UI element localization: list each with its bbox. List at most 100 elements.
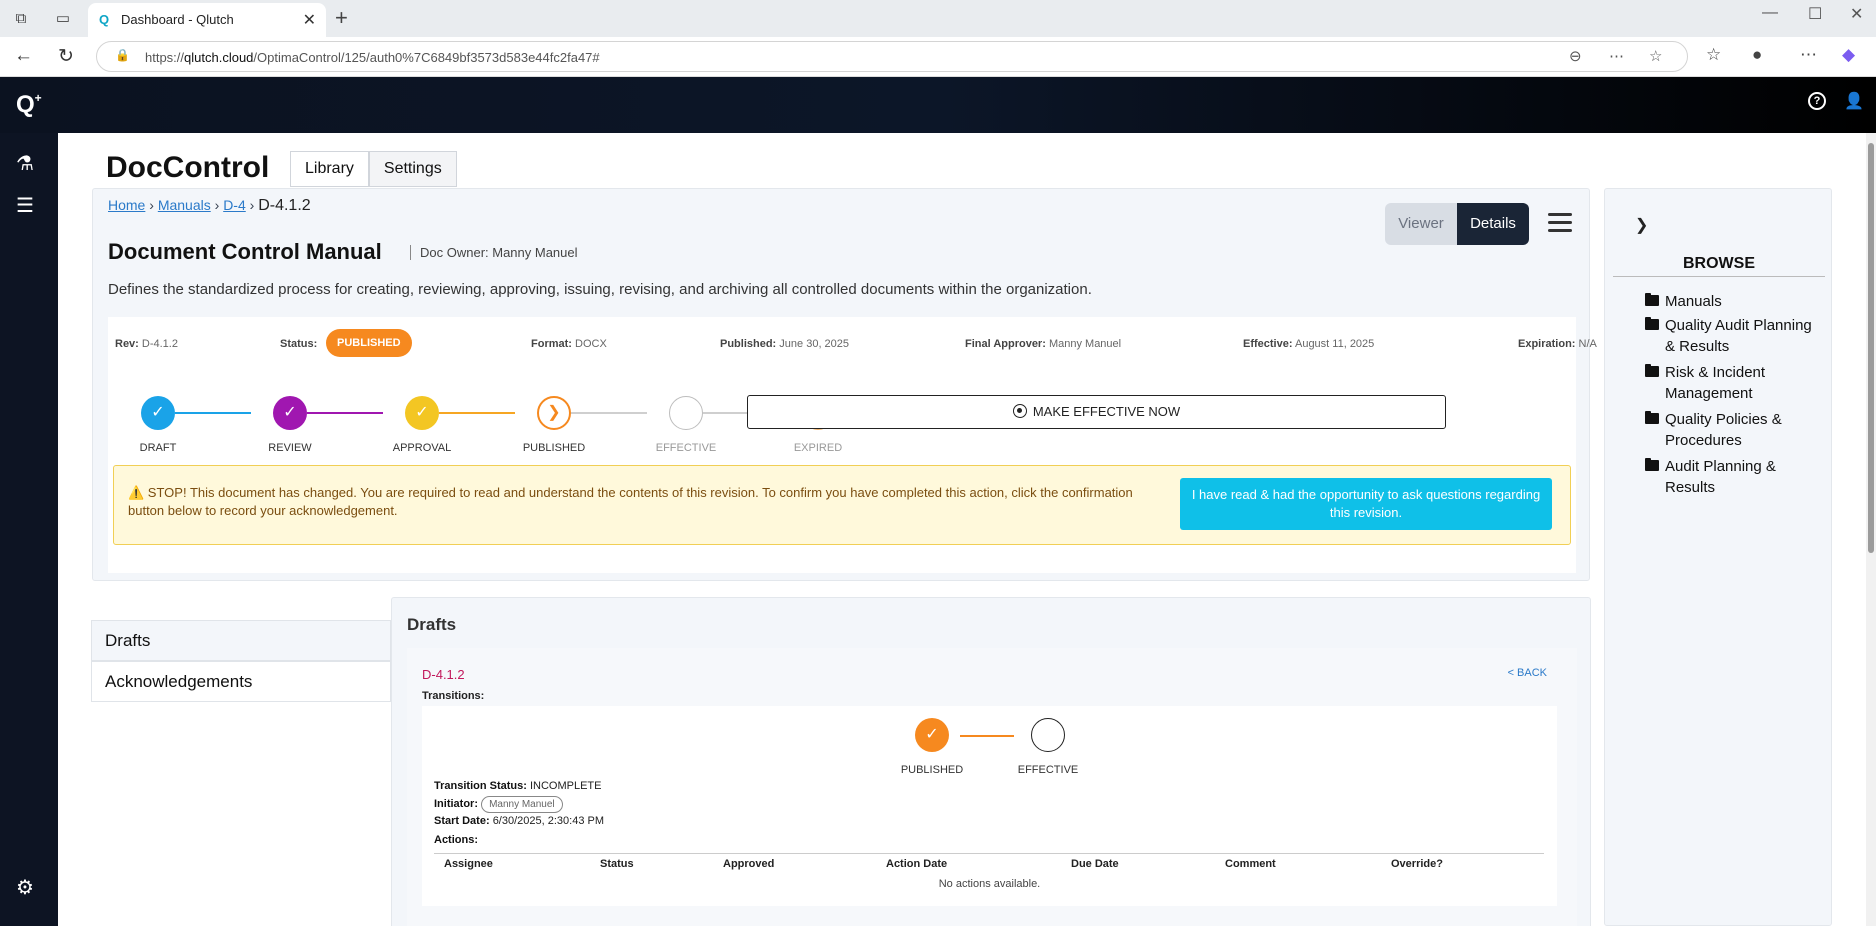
step-draft-check-icon: ✓ xyxy=(141,396,175,430)
documents-icon[interactable]: ☰ xyxy=(16,193,34,218)
flask-icon[interactable]: ⚗ xyxy=(16,151,34,176)
expand-chevron-icon[interactable]: ❯ xyxy=(1635,215,1648,235)
meta-effective: Effective: August 11, 2025 xyxy=(1243,338,1375,350)
status-badge: PUBLISHED xyxy=(326,329,412,357)
viewer-button[interactable]: Viewer xyxy=(1385,203,1457,245)
step-label-review: REVIEW xyxy=(268,442,312,454)
no-actions-message: No actions available. xyxy=(938,878,1041,890)
acknowledge-button[interactable]: I have read & had the opportunity to ask… xyxy=(1180,478,1552,530)
maximize-icon[interactable]: ☐ xyxy=(1808,4,1822,24)
breadcrumb-manuals[interactable]: Manuals xyxy=(158,197,211,213)
metadata-panel: Rev: D-4.1.2 Status: PUBLISHED Format: D… xyxy=(108,317,1597,573)
transition-effective-circle-icon xyxy=(1031,718,1065,752)
workspaces-icon[interactable]: ⧉ xyxy=(10,8,32,30)
step-label-effective: EFFECTIVE xyxy=(655,442,717,454)
breadcrumb-current: D-4.1.2 xyxy=(258,197,311,214)
step-label-expired: EXPIRED xyxy=(793,442,843,454)
acknowledgement-warning: ⚠️ STOP! This document has changed. You … xyxy=(113,465,1571,545)
left-rail: ⚗ ☰ ⚙ xyxy=(0,133,58,926)
browse-item[interactable]: Quality Audit Planning & Results xyxy=(1645,315,1823,357)
tab-actions-icon[interactable]: ▭ xyxy=(52,8,74,30)
folder-icon xyxy=(1645,317,1659,330)
meta-format: Format: DOCX xyxy=(531,338,607,350)
step-connector xyxy=(307,412,383,414)
initiator: Initiator: Manny Manuel xyxy=(434,796,563,813)
back-link[interactable]: < BACK xyxy=(1508,667,1547,679)
breadcrumb-home[interactable]: Home xyxy=(108,197,145,213)
meta-rev: Rev: D-4.1.2 xyxy=(115,338,178,350)
back-icon[interactable]: ← xyxy=(14,45,33,67)
new-tab-icon[interactable]: + xyxy=(335,5,348,31)
step-connector xyxy=(175,412,251,414)
qlutch-logo-icon[interactable]: Q+ xyxy=(16,91,48,119)
close-window-icon[interactable]: ✕ xyxy=(1850,4,1863,24)
col-due-date: Due Date xyxy=(1071,858,1119,870)
breadcrumb: Home › Manuals › D-4 › D-4.1.2 xyxy=(108,197,311,214)
more-icon[interactable]: ⋯ xyxy=(1800,45,1817,65)
step-published-chevron-icon: ❯ xyxy=(537,396,571,430)
meta-final-approver: Final Approver: Manny Manuel xyxy=(965,338,1122,350)
favorite-star-icon[interactable]: ☆ xyxy=(1649,47,1662,65)
help-icon[interactable]: ? xyxy=(1808,92,1826,110)
draft-detail: D-4.1.2 < BACK Transitions: ✓ PUBLISHED … xyxy=(407,648,1577,926)
app-header: Q+ ? 👤 xyxy=(0,77,1876,133)
details-button[interactable]: Details xyxy=(1457,203,1529,245)
user-icon[interactable]: 👤 xyxy=(1844,91,1864,111)
initiator-chip: Manny Manuel xyxy=(481,796,563,813)
tab-library[interactable]: Library xyxy=(290,151,369,187)
transition-published-check-icon: ✓ xyxy=(915,718,949,752)
settings-gear-icon[interactable]: ⚙ xyxy=(16,875,34,900)
col-status: Status xyxy=(600,858,634,870)
menu-hamburger-icon[interactable] xyxy=(1548,213,1572,237)
col-action-date: Action Date xyxy=(886,858,948,870)
browse-item[interactable]: Manuals xyxy=(1645,291,1823,312)
start-date: Start Date: 6/30/2025, 2:30:43 PM xyxy=(434,815,604,827)
side-tab-drafts[interactable]: Drafts xyxy=(91,620,391,661)
side-tab-acknowledgements[interactable]: Acknowledgements xyxy=(91,661,391,702)
profile-icon[interactable]: ● xyxy=(1752,45,1762,65)
tab-settings[interactable]: Settings xyxy=(368,151,457,187)
page-title: DocControl xyxy=(106,151,270,184)
folder-icon xyxy=(1645,458,1659,471)
browse-item[interactable]: Quality Policies & Procedures xyxy=(1645,409,1823,451)
browse-item[interactable]: Audit Planning & Results xyxy=(1645,456,1823,498)
transition-label-effective: EFFECTIVE xyxy=(1017,764,1079,776)
copilot-icon[interactable]: ◆ xyxy=(1842,45,1855,65)
document-card: Home › Manuals › D-4 › D-4.1.2 Document … xyxy=(92,188,1597,581)
step-label-draft: DRAFT xyxy=(139,442,177,454)
meta-expiration: Expiration: N/A xyxy=(1518,338,1597,350)
step-connector xyxy=(571,412,647,414)
refresh-icon[interactable]: ↻ xyxy=(58,45,74,68)
meta-status-label: Status: xyxy=(280,338,318,350)
doc-owner: Doc Owner: Manny Manuel xyxy=(410,245,578,260)
scrollbar-thumb[interactable] xyxy=(1868,143,1874,553)
step-connector xyxy=(439,412,515,414)
favorites-icon[interactable]: ☆ xyxy=(1706,45,1721,65)
browse-item[interactable]: Risk & Incident Management xyxy=(1645,362,1823,404)
side-tabs: Drafts Acknowledgements xyxy=(91,620,391,702)
document-description: Defines the standardized process for cre… xyxy=(108,281,1092,298)
step-label-published: PUBLISHED xyxy=(522,442,586,454)
close-tab-icon[interactable]: ✕ xyxy=(303,10,316,30)
browser-tab-bar: ⧉ ▭ Q Dashboard - Qlutch ✕ + — ☐ ✕ xyxy=(0,0,1876,37)
actions-header-divider xyxy=(434,836,1544,854)
col-assignee: Assignee xyxy=(444,858,493,870)
url-field[interactable]: 🔒 https://qlutch.cloud/OptimaControl/125… xyxy=(96,41,1688,72)
view-toggle: Viewer Details xyxy=(1385,203,1529,245)
transition-label-published: PUBLISHED xyxy=(900,764,964,776)
breadcrumb-d4[interactable]: D-4 xyxy=(223,197,246,213)
browser-tab[interactable]: Q Dashboard - Qlutch ✕ xyxy=(88,3,326,37)
col-approved: Approved xyxy=(723,858,775,870)
folder-icon xyxy=(1645,364,1659,377)
folder-icon xyxy=(1645,411,1659,424)
minimize-icon[interactable]: — xyxy=(1762,4,1778,22)
col-comment: Comment xyxy=(1225,858,1276,870)
transition-card: ✓ PUBLISHED EFFECTIVE Transition Status:… xyxy=(422,706,1557,906)
warning-message: ⚠️ STOP! This document has changed. You … xyxy=(128,485,1133,518)
qlutch-favicon-icon: Q xyxy=(99,12,110,27)
zoom-icon[interactable]: ⊖ xyxy=(1569,47,1582,65)
step-label-approval: APPROVAL xyxy=(392,442,452,454)
reader-icon[interactable]: ⋯ xyxy=(1609,47,1624,65)
make-effective-button[interactable]: MAKE EFFECTIVE NOW xyxy=(747,395,1446,429)
page-scrollbar[interactable] xyxy=(1866,133,1876,926)
